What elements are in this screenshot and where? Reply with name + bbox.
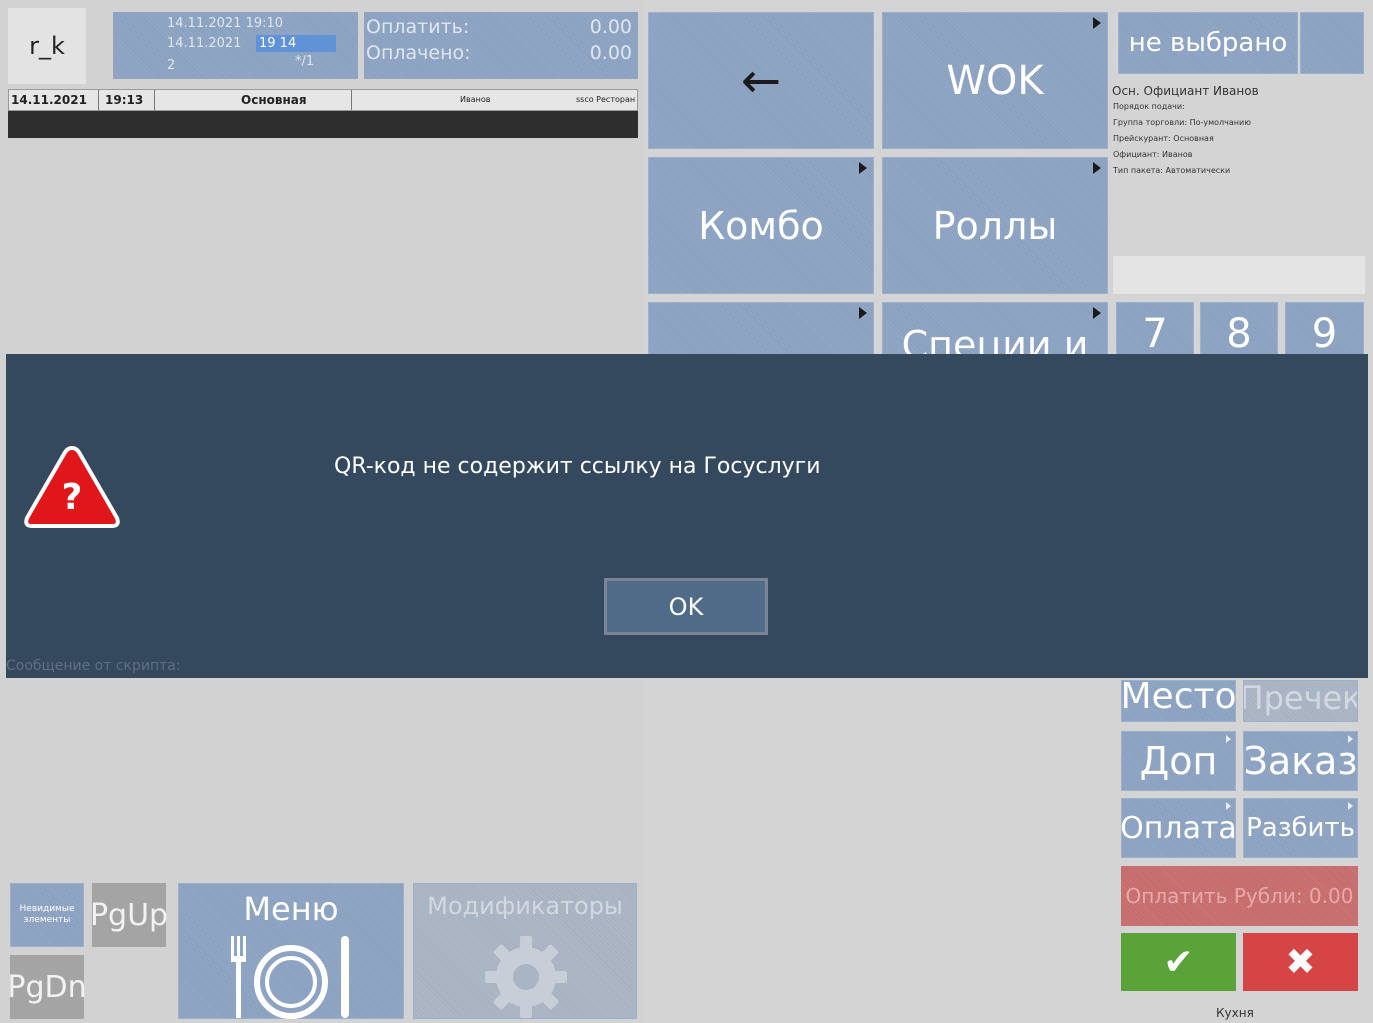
status-waiter: Иванов [460, 95, 491, 104]
submenu-arrow-icon [1348, 735, 1353, 743]
numpad-key-label: 7 [1142, 311, 1168, 357]
numpad-key-8[interactable]: 8 [1200, 302, 1278, 362]
order-current-time: 19 14 [259, 36, 297, 51]
numpad-key-label: 9 [1311, 311, 1338, 357]
menu-tile-label: Комбо [698, 203, 824, 248]
order-opened-time: 14.11.2021 19:10 [167, 16, 284, 31]
paid-value: 0.00 [589, 42, 632, 64]
submenu-arrow-icon [1226, 735, 1231, 743]
logo: r_k [8, 8, 86, 84]
submenu-arrow-icon [1226, 802, 1231, 810]
submenu-arrow-icon [1093, 162, 1101, 174]
submenu-arrow-icon [1093, 307, 1101, 319]
ok-button-label: OK [668, 592, 704, 621]
logo-text: r_k [29, 32, 65, 60]
invisible-items-button[interactable]: Невидимые элементы [10, 883, 84, 947]
message-dialog: ? QR-код не содержит ссылку на Госуслуги… [6, 354, 1368, 678]
extra-button[interactable]: Доп [1121, 731, 1236, 791]
submenu-arrow-icon [1093, 17, 1101, 29]
submenu-arrow-icon [1348, 802, 1353, 810]
kitchen-label: Кухня [1216, 1006, 1254, 1020]
numpad-key-7[interactable]: 7 [1116, 302, 1194, 362]
order-current-date: 14.11.2021 [167, 36, 242, 51]
menu-tile-spices[interactable]: Специи и [882, 302, 1108, 362]
menu-tile-label: WOK [946, 57, 1044, 104]
numpad-display [1113, 256, 1365, 294]
payment-summary: Оплатить: 0.00 Оплачено: 0.00 [364, 12, 638, 79]
waiter-select-button[interactable]: не выбрано [1118, 12, 1298, 74]
warning-question-icon: ? [24, 445, 120, 528]
info-line: Тип пакета: Автоматически [1113, 166, 1231, 175]
split-button[interactable]: Разбить [1243, 798, 1358, 858]
main-waiter: Осн. Официант Иванов [1112, 84, 1259, 98]
payment-button[interactable]: Оплата [1120, 798, 1237, 858]
info-line: Прейскурант: Основная [1113, 134, 1214, 143]
info-line: Официант: Иванов [1113, 150, 1193, 159]
status-bar: 14.11.2021 19:13 Основная Иванов ssco Ре… [8, 89, 638, 111]
question-glyph: ? [62, 477, 83, 518]
place-button[interactable]: Место [1121, 680, 1236, 722]
order-info-box[interactable]: 14.11.2021 19:10 14.11.2021 19 14 2 */1 [113, 12, 358, 79]
menu-tile-rolls[interactable]: Роллы [882, 157, 1108, 294]
confirm-button[interactable]: ✔ [1121, 933, 1236, 991]
precheck-button[interactable]: Пречек [1243, 680, 1358, 722]
page-down-button[interactable]: PgDn [7, 955, 87, 1019]
dialog-message: QR-код не содержит ссылку на Госуслуги [334, 454, 821, 479]
precheck-button-label: Пречек [1243, 680, 1358, 717]
menu-tile-wok[interactable]: WOK [882, 12, 1108, 149]
invisible-items-label: Невидимые элементы [19, 904, 75, 925]
paid-label: Оплачено: [366, 42, 471, 64]
gear-icon [485, 936, 567, 1018]
split-button-label: Разбить [1246, 813, 1355, 843]
modifiers-button-label: Модификаторы [427, 892, 623, 920]
numpad-key-label: 8 [1226, 311, 1252, 357]
page-up-label: PgUp [89, 897, 169, 933]
cancel-button[interactable]: ✖ [1243, 933, 1358, 991]
page-down-label: PgDn [7, 969, 87, 1005]
payment-button-label: Оплата [1120, 810, 1237, 846]
info-line: Порядок подачи: [1113, 102, 1185, 111]
dialog-footer: Сообщение от скрипта: [6, 658, 181, 674]
to-pay-value: 0.00 [589, 16, 632, 38]
info-line: Группа торговли: По-умолчанию [1113, 118, 1251, 127]
pay-rubles-button[interactable]: Оплатить Рубли: 0.00 [1121, 866, 1358, 926]
place-button-label: Место [1121, 680, 1236, 717]
status-time: 19:13 [105, 93, 144, 107]
order-button[interactable]: Заказ [1243, 731, 1358, 791]
menu-button[interactable]: Меню [178, 883, 404, 1019]
submenu-arrow-icon [859, 307, 867, 319]
check-icon: ✔ [1163, 941, 1194, 983]
menu-tile-empty[interactable] [648, 302, 874, 362]
close-icon: ✖ [1285, 941, 1316, 983]
table-suffix: */1 [295, 54, 315, 69]
order-header-row [8, 111, 638, 138]
pay-rubles-label: Оплатить Рубли: 0.00 [1125, 884, 1354, 908]
page-up-button[interactable]: PgUp [89, 883, 169, 947]
ok-button[interactable]: OK [604, 578, 768, 635]
modifiers-button[interactable]: Модификаторы [413, 883, 637, 1019]
to-pay-label: Оплатить: [366, 16, 470, 38]
submenu-arrow-icon [859, 162, 867, 174]
status-date: 14.11.2021 [11, 93, 87, 107]
waiter-select-arrow[interactable] [1300, 12, 1364, 74]
numpad-key-9[interactable]: 9 [1285, 302, 1364, 362]
plate-cutlery-icon [231, 936, 349, 1019]
status-station: ssco Ресторан [576, 95, 636, 104]
order-button-label: Заказ [1243, 739, 1358, 783]
menu-button-label: Меню [243, 890, 339, 928]
menu-tile-label: Роллы [932, 203, 1058, 248]
back-tile[interactable]: ← [648, 12, 874, 149]
menu-tile-combo[interactable]: Комбо [648, 157, 874, 294]
waiter-select-label: не выбрано [1128, 28, 1288, 58]
status-menu: Основная [241, 93, 307, 107]
back-arrow-icon: ← [740, 52, 782, 109]
guests-count: 2 [167, 58, 176, 73]
extra-button-label: Доп [1139, 739, 1218, 783]
